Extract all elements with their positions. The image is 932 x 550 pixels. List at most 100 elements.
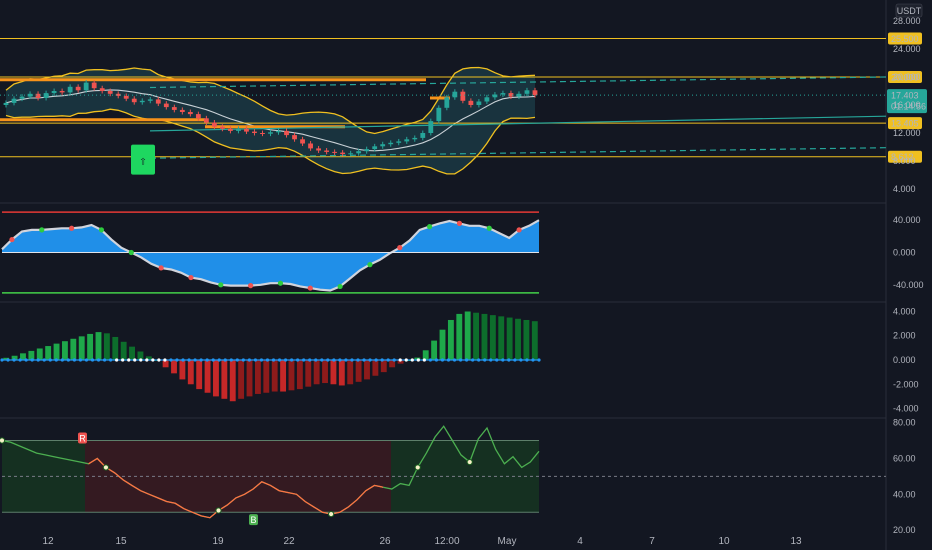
momentum-zero-dot [440, 358, 445, 362]
momentum-bar [313, 360, 320, 385]
momentum-zero-dot [145, 358, 149, 362]
date-axis-tick: 15 [115, 536, 127, 547]
momentum-zero-dot [489, 358, 493, 362]
candle [380, 144, 386, 147]
candle [179, 109, 185, 112]
momentum-zero-dot [320, 358, 324, 362]
oscillator-pane[interactable] [1, 211, 540, 294]
momentum-zero-dot [78, 358, 83, 362]
momentum-zero-dot [36, 358, 40, 362]
oscillator-dot [307, 285, 313, 291]
momentum-zero-dot [205, 358, 209, 362]
momentum-zero-dot [169, 358, 173, 362]
momentum-zero-dot [464, 358, 469, 362]
momentum-bar [171, 360, 177, 374]
momentum-bar [380, 360, 387, 373]
candle [316, 148, 321, 151]
momentum-bar [70, 338, 77, 360]
momentum-bar [515, 318, 521, 360]
momentum-bar [78, 336, 85, 360]
candle [356, 151, 362, 154]
momentum-bar [45, 346, 52, 360]
momentum-bar [322, 360, 328, 384]
candle [364, 149, 370, 152]
momentum-bar [120, 341, 127, 360]
currency-label: USDT [897, 6, 922, 16]
date-axis-tick: 10 [718, 536, 730, 547]
rsi-axis-tick: 40.00 [893, 489, 916, 499]
rsi-pivot-marker [102, 464, 110, 471]
candle [452, 91, 458, 98]
momentum-zero-dot [24, 358, 28, 362]
oscillator-dot [248, 283, 254, 289]
date-axis-tick: 26 [379, 536, 391, 547]
momentum-zero-dot [54, 358, 58, 362]
momentum-bar [431, 340, 438, 360]
rsi-pivot-marker [0, 437, 6, 444]
momentum-bar [246, 360, 253, 397]
momentum-zero-dot [458, 358, 463, 362]
momentum-zero-dot [42, 358, 46, 362]
trading-chart[interactable]: ⇧ RB 25.50020.00013.4058.61217.40301:14:… [0, 0, 932, 550]
candle [147, 99, 153, 101]
momentum-zero-dot [6, 358, 10, 362]
candle [444, 97, 450, 108]
oscillator-dot [427, 224, 433, 230]
momentum-zero-dot [495, 358, 499, 362]
candle [476, 101, 482, 105]
momentum-zero-dot [127, 358, 131, 362]
candle [468, 100, 474, 105]
momentum-zero-dot [362, 358, 366, 362]
price-pane[interactable]: ⇧ [0, 38, 887, 175]
momentum-zero-dot [525, 358, 529, 362]
momentum-zero-dot [133, 358, 137, 362]
candle [252, 131, 257, 133]
candle [308, 143, 313, 149]
momentum-bar [187, 360, 194, 385]
momentum-zero-dot [163, 358, 167, 362]
oscillator-dot [516, 227, 522, 233]
price-axis-tick: 24.000 [893, 44, 921, 54]
candle [83, 82, 89, 91]
momentum-zero-dot [223, 358, 227, 362]
candle [396, 141, 402, 143]
rsi-pivot-marker [328, 510, 335, 518]
momentum-bar [229, 360, 236, 402]
momentum-bar [473, 312, 480, 360]
momentum-zero-dot [308, 358, 312, 362]
candle [348, 153, 354, 155]
momentum-zero-dot [60, 358, 64, 362]
candle [268, 132, 273, 134]
candle [171, 107, 177, 110]
rsi-axis-tick: 20.00 [893, 525, 916, 535]
candle [91, 82, 97, 89]
momentum-zero-dot [48, 358, 52, 362]
momentum-zero-dot [356, 358, 360, 362]
momentum-bar [95, 332, 102, 360]
momentum-bar [481, 313, 488, 360]
momentum-zero-dot [368, 358, 372, 362]
momentum-zero-dot [386, 358, 390, 362]
rsi-axis-tick: 60.00 [893, 453, 916, 463]
price-level-label: 25.500 [891, 34, 919, 44]
momentum-zero-dot [109, 358, 113, 362]
rsi-pane[interactable]: RB [0, 425, 886, 526]
candle [428, 121, 434, 133]
momentum-pane[interactable] [0, 311, 541, 402]
momentum-bar [196, 360, 203, 390]
momentum-zero-dot [501, 358, 505, 362]
momentum-bar [103, 333, 110, 360]
momentum-bar [330, 360, 337, 385]
candle [244, 128, 249, 132]
candle [107, 91, 113, 94]
candle [220, 126, 225, 129]
date-axis-tick: 13 [790, 536, 802, 547]
date-axis-tick: 19 [212, 536, 224, 547]
momentum-zero-dot [84, 358, 89, 362]
momentum-zero-dot [211, 358, 215, 362]
candle [19, 96, 25, 99]
candle [155, 99, 161, 104]
candle [260, 133, 265, 134]
momentum-zero-dot [30, 358, 34, 362]
momentum-zero-dot [90, 358, 95, 362]
